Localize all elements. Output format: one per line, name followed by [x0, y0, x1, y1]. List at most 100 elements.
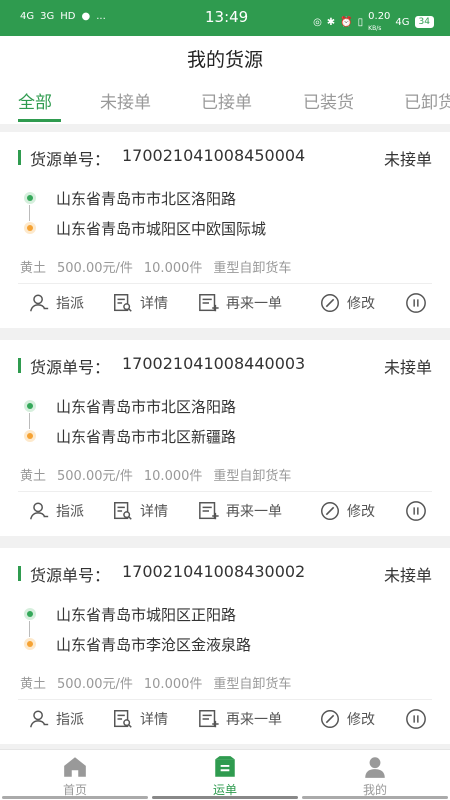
tab-unaccepted[interactable]: 未接单: [100, 88, 151, 113]
truck-type: 重型自卸货车: [213, 261, 292, 276]
nav-mine[interactable]: 我的: [300, 754, 450, 798]
assign-button[interactable]: 指派: [28, 500, 84, 522]
pause-button[interactable]: [405, 500, 427, 522]
edit-gauge-icon: [321, 502, 339, 520]
repeat-label: 再来一单: [226, 712, 282, 728]
divider: [18, 699, 432, 700]
wechat-icon: ●: [81, 11, 91, 22]
pause-icon: [406, 501, 426, 521]
user-icon: [365, 757, 385, 778]
destination-dot-icon: [24, 222, 36, 234]
detail-label: 详情: [140, 504, 168, 520]
truck-type: 重型自卸货车: [213, 469, 292, 484]
repeat-order-button[interactable]: 再来一单: [198, 500, 282, 522]
tab-loaded[interactable]: 已装货: [303, 88, 354, 113]
detail-button[interactable]: 详情: [112, 500, 168, 522]
detail-button[interactable]: 详情: [112, 708, 168, 730]
cargo-meta: 黄土 500.00元/件 10.000件 重型自卸货车: [20, 673, 291, 692]
destination-dot-icon: [24, 430, 36, 442]
order-number-label: 货源单号：: [30, 566, 111, 585]
quantity: 10.000件: [143, 261, 203, 276]
order-number: 170021041008450004: [122, 146, 306, 165]
nav-home-label: 首页: [62, 783, 87, 797]
divider: [18, 283, 432, 284]
battery-icon: 34: [414, 16, 434, 28]
tab-all[interactable]: 全部: [18, 88, 52, 113]
nav-waybill-label: 运单: [212, 783, 237, 797]
goods-type: 黄土: [20, 261, 47, 276]
add-document-icon: [199, 710, 219, 728]
cargo-card[interactable]: 货源单号： 170021041008430002 未接单 山东省青岛市城阳区正阳…: [0, 548, 450, 744]
goods-type: 黄土: [20, 677, 47, 692]
assign-label: 指派: [56, 712, 84, 728]
origin-dot-icon: [24, 608, 36, 620]
status-right-icons: ◎ ✱ ⏰ ▯ 0.20 KB/s 4G 34: [313, 11, 434, 33]
header-accent-bar: [18, 566, 21, 581]
person-icon: [30, 294, 49, 312]
assign-button[interactable]: 指派: [28, 708, 84, 730]
origin-address: 山东省青岛市城阳区正阳路: [56, 606, 237, 624]
origin-dot-icon: [24, 400, 36, 412]
person-icon: [30, 502, 49, 520]
nav-waybill[interactable]: 运单: [150, 754, 300, 798]
route-line: [29, 621, 30, 637]
edit-label: 修改: [347, 504, 375, 520]
bluetooth-icon: ✱: [326, 16, 336, 28]
tab-unloaded[interactable]: 已卸货: [404, 88, 450, 113]
card-header: 货源单号： 170021041008440003 未接单: [18, 354, 432, 378]
header-accent-bar: [18, 358, 21, 373]
edit-gauge-icon: [321, 294, 339, 312]
signal-3g-icon: 3G: [40, 11, 55, 22]
indicator-waybill: [152, 796, 298, 799]
detail-label: 详情: [140, 296, 168, 312]
assign-button[interactable]: 指派: [28, 292, 84, 314]
order-number-label: 货源单号：: [30, 358, 111, 377]
detail-button[interactable]: 详情: [112, 292, 168, 314]
route-line: [29, 205, 30, 221]
waybill-icon: [215, 756, 235, 777]
goods-type: 黄土: [20, 469, 47, 484]
repeat-order-button[interactable]: 再来一单: [198, 708, 282, 730]
unit-price: 500.00元/件: [57, 469, 133, 484]
cargo-meta: 黄土 500.00元/件 10.000件 重型自卸货车: [20, 257, 291, 276]
cargo-card[interactable]: 货源单号： 170021041008450004 未接单 山东省青岛市市北区洛阳…: [0, 132, 450, 328]
pause-button[interactable]: [405, 292, 427, 314]
repeat-order-button[interactable]: 再来一单: [198, 292, 282, 314]
vibrate-icon: ▯: [357, 16, 364, 28]
document-search-icon: [114, 294, 132, 312]
status-bar: 4G 3G HD ● ... 13:49 ◎ ✱ ⏰ ▯ 0.20 KB/s 4G…: [0, 0, 450, 36]
assign-label: 指派: [56, 504, 84, 520]
status-tabs: 全部 未接单 已接单 已装货 已卸货: [0, 84, 450, 124]
order-number-label: 货源单号：: [30, 150, 111, 169]
status-time: 13:49: [205, 8, 249, 26]
signal-4g-icon: 4G: [20, 11, 35, 22]
cargo-card[interactable]: 货源单号： 170021041008440003 未接单 山东省青岛市市北区洛阳…: [0, 340, 450, 536]
route: 山东省青岛市市北区洛阳路 山东省青岛市城阳区中欧国际城: [24, 190, 424, 250]
edit-button[interactable]: 修改: [319, 292, 375, 314]
order-status: 未接单: [383, 150, 432, 169]
card-header: 货源单号： 170021041008430002 未接单: [18, 562, 432, 586]
edit-button[interactable]: 修改: [319, 500, 375, 522]
add-document-icon: [199, 502, 219, 520]
edit-button[interactable]: 修改: [319, 708, 375, 730]
bottom-nav: 首页 运单 我的: [0, 749, 450, 800]
network-type: 4G: [395, 16, 410, 28]
card-actions: 指派 详情 再来一单 修改: [0, 292, 450, 322]
nav-mine-label: 我的: [362, 783, 387, 797]
route-line: [29, 413, 30, 429]
destination-dot-icon: [24, 638, 36, 650]
quantity: 10.000件: [143, 469, 203, 484]
destination-address: 山东省青岛市李沧区金液泉路: [56, 636, 252, 654]
nav-home[interactable]: 首页: [0, 754, 150, 798]
pause-button[interactable]: [405, 708, 427, 730]
pause-icon: [406, 293, 426, 313]
alarm-icon: ⏰: [340, 16, 353, 28]
indicator-mine: [302, 796, 448, 799]
person-icon: [30, 710, 49, 728]
cargo-meta: 黄土 500.00元/件 10.000件 重型自卸货车: [20, 465, 291, 484]
location-icon: ◎: [313, 16, 322, 28]
more-icon: ...: [96, 11, 106, 22]
unit-price: 500.00元/件: [57, 677, 133, 692]
tab-accepted[interactable]: 已接单: [201, 88, 252, 113]
origin-address: 山东省青岛市市北区洛阳路: [56, 398, 237, 416]
